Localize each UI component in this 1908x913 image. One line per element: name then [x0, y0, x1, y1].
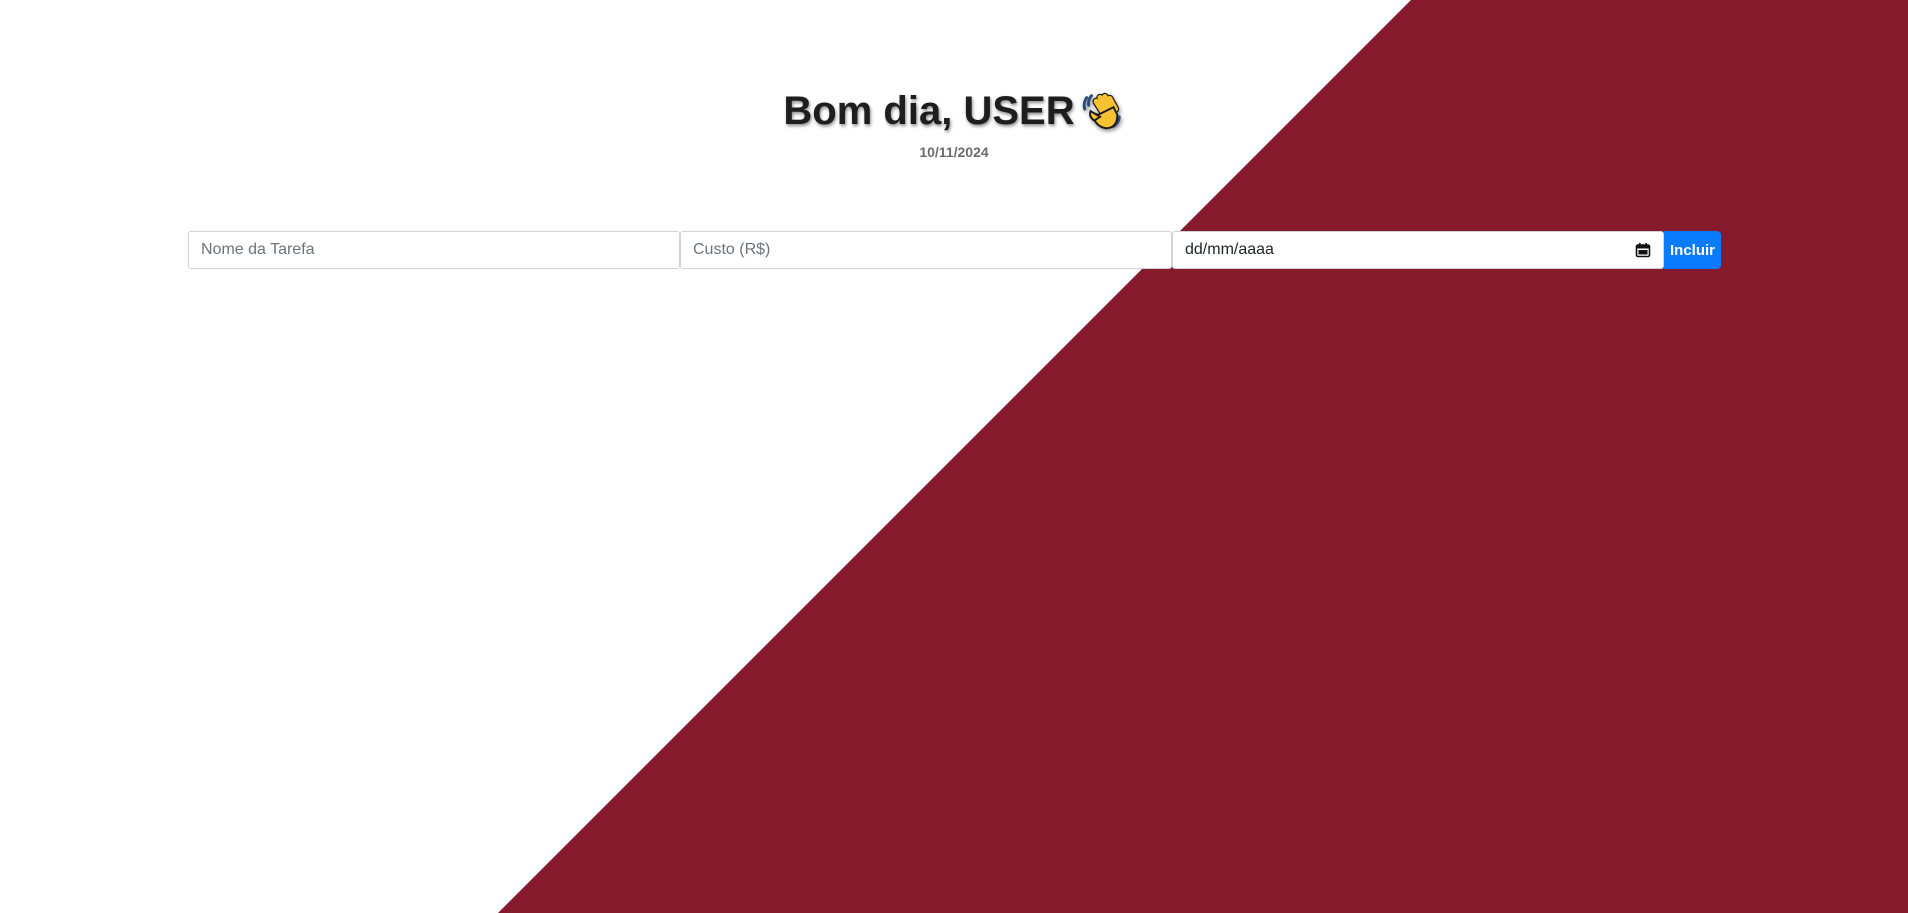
page: Bom dia, USER 10/11/2024 dd/mm/aaaa — [0, 0, 1908, 913]
include-button[interactable]: Incluir — [1664, 231, 1721, 269]
task-form: dd/mm/aaaa Incluir — [188, 231, 1721, 269]
task-name-input[interactable] — [188, 231, 680, 269]
greeting-text: Bom dia, USER — [783, 89, 1075, 133]
current-date: 10/11/2024 — [919, 144, 989, 160]
date-placeholder: dd/mm/aaaa — [1185, 241, 1274, 258]
cost-input[interactable] — [680, 231, 1172, 269]
calendar-icon[interactable] — [1635, 242, 1651, 258]
waving-hand-icon — [1082, 92, 1121, 130]
date-input[interactable]: dd/mm/aaaa — [1172, 231, 1664, 269]
greeting-heading: Bom dia, USER — [783, 82, 1124, 140]
header: Bom dia, USER 10/11/2024 — [0, 82, 1908, 160]
